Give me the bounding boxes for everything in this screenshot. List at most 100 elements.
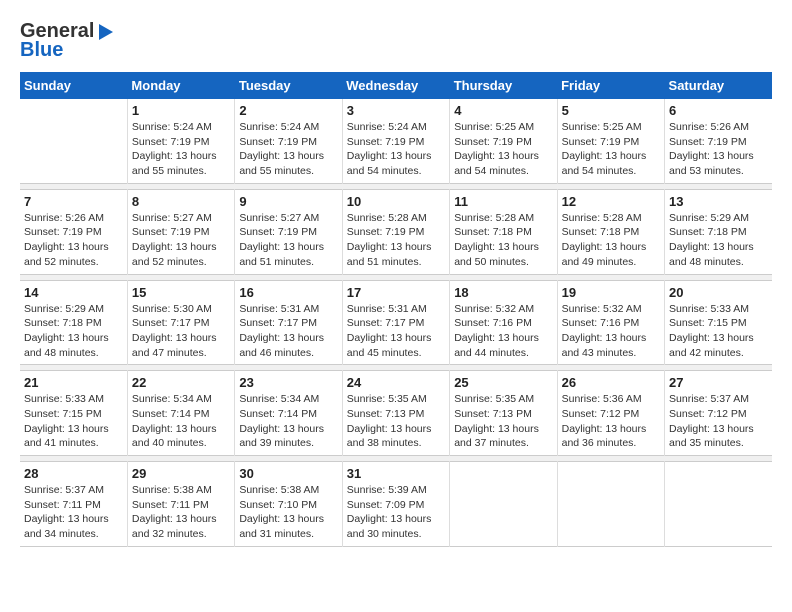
calendar-cell: [450, 462, 557, 547]
day-info: Sunrise: 5:27 AMSunset: 7:19 PMDaylight:…: [239, 211, 337, 270]
day-number: 1: [132, 103, 230, 118]
day-number: 5: [562, 103, 660, 118]
day-number: 31: [347, 466, 445, 481]
weekday-header-monday: Monday: [127, 72, 234, 99]
day-number: 10: [347, 194, 445, 209]
day-info: Sunrise: 5:36 AMSunset: 7:12 PMDaylight:…: [562, 392, 660, 451]
day-number: 19: [562, 285, 660, 300]
day-info: Sunrise: 5:35 AMSunset: 7:13 PMDaylight:…: [347, 392, 445, 451]
day-number: 7: [24, 194, 123, 209]
day-number: 24: [347, 375, 445, 390]
calendar-header: SundayMondayTuesdayWednesdayThursdayFrid…: [20, 72, 772, 99]
logo-blue-text: Blue: [20, 39, 63, 62]
calendar-cell: 13 Sunrise: 5:29 AMSunset: 7:18 PMDayligh…: [665, 189, 772, 274]
weekday-header-wednesday: Wednesday: [342, 72, 449, 99]
calendar-week-row: 28 Sunrise: 5:37 AMSunset: 7:11 PMDayligh…: [20, 462, 772, 547]
calendar-cell: 30 Sunrise: 5:38 AMSunset: 7:10 PMDayligh…: [235, 462, 342, 547]
weekday-header-saturday: Saturday: [665, 72, 772, 99]
calendar-cell: 6 Sunrise: 5:26 AMSunset: 7:19 PMDaylight…: [665, 99, 772, 183]
calendar-cell: 7 Sunrise: 5:26 AMSunset: 7:19 PMDaylight…: [20, 189, 127, 274]
page-header: General Blue: [20, 20, 772, 62]
day-number: 18: [454, 285, 552, 300]
calendar-cell: 4 Sunrise: 5:25 AMSunset: 7:19 PMDaylight…: [450, 99, 557, 183]
calendar-cell: 20 Sunrise: 5:33 AMSunset: 7:15 PMDayligh…: [665, 280, 772, 365]
day-info: Sunrise: 5:25 AMSunset: 7:19 PMDaylight:…: [454, 120, 552, 179]
day-number: 16: [239, 285, 337, 300]
day-number: 6: [669, 103, 768, 118]
day-number: 29: [132, 466, 230, 481]
day-info: Sunrise: 5:25 AMSunset: 7:19 PMDaylight:…: [562, 120, 660, 179]
day-number: 4: [454, 103, 552, 118]
calendar-cell: 29 Sunrise: 5:38 AMSunset: 7:11 PMDayligh…: [127, 462, 234, 547]
weekday-header-sunday: Sunday: [20, 72, 127, 99]
day-number: 11: [454, 194, 552, 209]
day-number: 13: [669, 194, 768, 209]
calendar-cell: 26 Sunrise: 5:36 AMSunset: 7:12 PMDayligh…: [557, 371, 664, 456]
calendar-cell: 31Sunrise: 5:39 AMSunset: 7:09 PMDayligh…: [342, 462, 449, 547]
calendar-cell: 2 Sunrise: 5:24 AMSunset: 7:19 PMDaylight…: [235, 99, 342, 183]
day-info: Sunrise: 5:24 AMSunset: 7:19 PMDaylight:…: [239, 120, 337, 179]
calendar-week-row: 21Sunrise: 5:33 AMSunset: 7:15 PMDayligh…: [20, 371, 772, 456]
logo: General Blue: [20, 20, 114, 62]
calendar-cell: 16 Sunrise: 5:31 AMSunset: 7:17 PMDayligh…: [235, 280, 342, 365]
day-number: 2: [239, 103, 337, 118]
weekday-header-tuesday: Tuesday: [235, 72, 342, 99]
day-number: 3: [347, 103, 445, 118]
day-number: 27: [669, 375, 768, 390]
day-info: Sunrise: 5:30 AMSunset: 7:17 PMDaylight:…: [132, 302, 230, 361]
calendar-week-row: 7 Sunrise: 5:26 AMSunset: 7:19 PMDaylight…: [20, 189, 772, 274]
calendar-cell: 24 Sunrise: 5:35 AMSunset: 7:13 PMDayligh…: [342, 371, 449, 456]
day-number: 28: [24, 466, 123, 481]
day-info: Sunrise: 5:32 AMSunset: 7:16 PMDaylight:…: [454, 302, 552, 361]
day-number: 20: [669, 285, 768, 300]
day-info: Sunrise: 5:37 AMSunset: 7:12 PMDaylight:…: [669, 392, 768, 451]
calendar-cell: 18 Sunrise: 5:32 AMSunset: 7:16 PMDayligh…: [450, 280, 557, 365]
calendar-cell: 25Sunrise: 5:35 AMSunset: 7:13 PMDayligh…: [450, 371, 557, 456]
day-info: Sunrise: 5:35 AMSunset: 7:13 PMDaylight:…: [454, 392, 552, 451]
calendar-cell: 17Sunrise: 5:31 AMSunset: 7:17 PMDayligh…: [342, 280, 449, 365]
day-info: Sunrise: 5:38 AMSunset: 7:10 PMDaylight:…: [239, 483, 337, 542]
calendar-cell: 22Sunrise: 5:34 AMSunset: 7:14 PMDayligh…: [127, 371, 234, 456]
calendar-cell: 15 Sunrise: 5:30 AMSunset: 7:17 PMDayligh…: [127, 280, 234, 365]
calendar-body: 1 Sunrise: 5:24 AMSunset: 7:19 PMDaylight…: [20, 99, 772, 546]
calendar-cell: [20, 99, 127, 183]
calendar-cell: 1Sunrise: 5:24 AMSunset: 7:19 PMDaylight…: [127, 99, 234, 183]
day-info: Sunrise: 5:31 AMSunset: 7:17 PMDaylight:…: [239, 302, 337, 361]
day-info: Sunrise: 5:28 AMSunset: 7:19 PMDaylight:…: [347, 211, 445, 270]
day-info: Sunrise: 5:38 AMSunset: 7:11 PMDaylight:…: [132, 483, 230, 542]
calendar-cell: 19Sunrise: 5:32 AMSunset: 7:16 PMDayligh…: [557, 280, 664, 365]
day-info: Sunrise: 5:33 AMSunset: 7:15 PMDaylight:…: [669, 302, 768, 361]
day-number: 17: [347, 285, 445, 300]
calendar-cell: 27 Sunrise: 5:37 AMSunset: 7:12 PMDayligh…: [665, 371, 772, 456]
calendar-cell: 3Sunrise: 5:24 AMSunset: 7:19 PMDaylight…: [342, 99, 449, 183]
day-info: Sunrise: 5:27 AMSunset: 7:19 PMDaylight:…: [132, 211, 230, 270]
day-info: Sunrise: 5:37 AMSunset: 7:11 PMDaylight:…: [24, 483, 123, 542]
calendar-week-row: 1 Sunrise: 5:24 AMSunset: 7:19 PMDaylight…: [20, 99, 772, 183]
day-number: 15: [132, 285, 230, 300]
day-info: Sunrise: 5:34 AMSunset: 7:14 PMDaylight:…: [239, 392, 337, 451]
day-info: Sunrise: 5:33 AMSunset: 7:15 PMDaylight:…: [24, 392, 123, 451]
calendar-cell: 21Sunrise: 5:33 AMSunset: 7:15 PMDayligh…: [20, 371, 127, 456]
day-info: Sunrise: 5:29 AMSunset: 7:18 PMDaylight:…: [24, 302, 123, 361]
day-number: 14: [24, 285, 123, 300]
calendar-cell: 8Sunrise: 5:27 AMSunset: 7:19 PMDaylight…: [127, 189, 234, 274]
calendar-cell: 9 Sunrise: 5:27 AMSunset: 7:19 PMDaylight…: [235, 189, 342, 274]
calendar-cell: 11 Sunrise: 5:28 AMSunset: 7:18 PMDayligh…: [450, 189, 557, 274]
day-info: Sunrise: 5:29 AMSunset: 7:18 PMDaylight:…: [669, 211, 768, 270]
day-info: Sunrise: 5:26 AMSunset: 7:19 PMDaylight:…: [24, 211, 123, 270]
day-number: 26: [562, 375, 660, 390]
weekday-header-row: SundayMondayTuesdayWednesdayThursdayFrid…: [20, 72, 772, 99]
day-number: 23: [239, 375, 337, 390]
calendar-cell: 14 Sunrise: 5:29 AMSunset: 7:18 PMDayligh…: [20, 280, 127, 365]
day-number: 22: [132, 375, 230, 390]
day-info: Sunrise: 5:26 AMSunset: 7:19 PMDaylight:…: [669, 120, 768, 179]
day-info: Sunrise: 5:28 AMSunset: 7:18 PMDaylight:…: [562, 211, 660, 270]
day-number: 9: [239, 194, 337, 209]
calendar-cell: 5 Sunrise: 5:25 AMSunset: 7:19 PMDaylight…: [557, 99, 664, 183]
day-info: Sunrise: 5:28 AMSunset: 7:18 PMDaylight:…: [454, 211, 552, 270]
calendar-cell: 12Sunrise: 5:28 AMSunset: 7:18 PMDayligh…: [557, 189, 664, 274]
arrow-icon: [99, 24, 113, 40]
calendar-cell: 28 Sunrise: 5:37 AMSunset: 7:11 PMDayligh…: [20, 462, 127, 547]
day-number: 30: [239, 466, 337, 481]
calendar-cell: 10 Sunrise: 5:28 AMSunset: 7:19 PMDayligh…: [342, 189, 449, 274]
